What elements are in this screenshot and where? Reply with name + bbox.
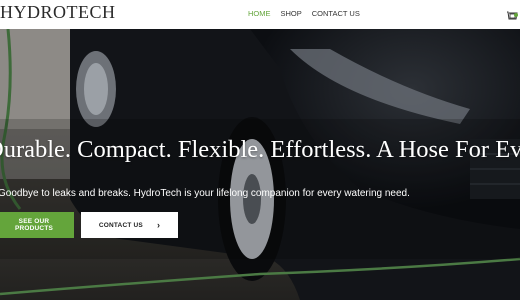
nav-shop[interactable]: SHOP bbox=[281, 9, 302, 19]
site-logo[interactable]: HYDROTECH bbox=[0, 2, 116, 22]
see-our-products-button[interactable]: SEE OUR PRODUCTS bbox=[0, 212, 74, 238]
see-our-products-label: SEE OUR PRODUCTS bbox=[14, 218, 54, 232]
hero-banner: Durable. Compact. Flexible. Effortless. … bbox=[0, 29, 520, 300]
chevron-right-icon: › bbox=[156, 219, 161, 230]
cart-icon[interactable] bbox=[506, 8, 518, 20]
contact-us-label: CONTACT US bbox=[98, 221, 143, 229]
site-header: HYDROTECH HOME SHOP CONTACT US bbox=[0, 0, 520, 29]
hero-subtext: Goodbye to leaks and breaks. HydroTech i… bbox=[0, 188, 410, 199]
cart-badge bbox=[514, 13, 518, 17]
nav-contact-us[interactable]: CONTACT US bbox=[312, 9, 360, 19]
main-nav: HOME SHOP CONTACT US bbox=[248, 9, 370, 19]
nav-home[interactable]: HOME bbox=[248, 9, 271, 19]
contact-us-button[interactable]: CONTACT US › bbox=[81, 212, 178, 238]
hero-headline: Durable. Compact. Flexible. Effortless. … bbox=[0, 136, 520, 163]
